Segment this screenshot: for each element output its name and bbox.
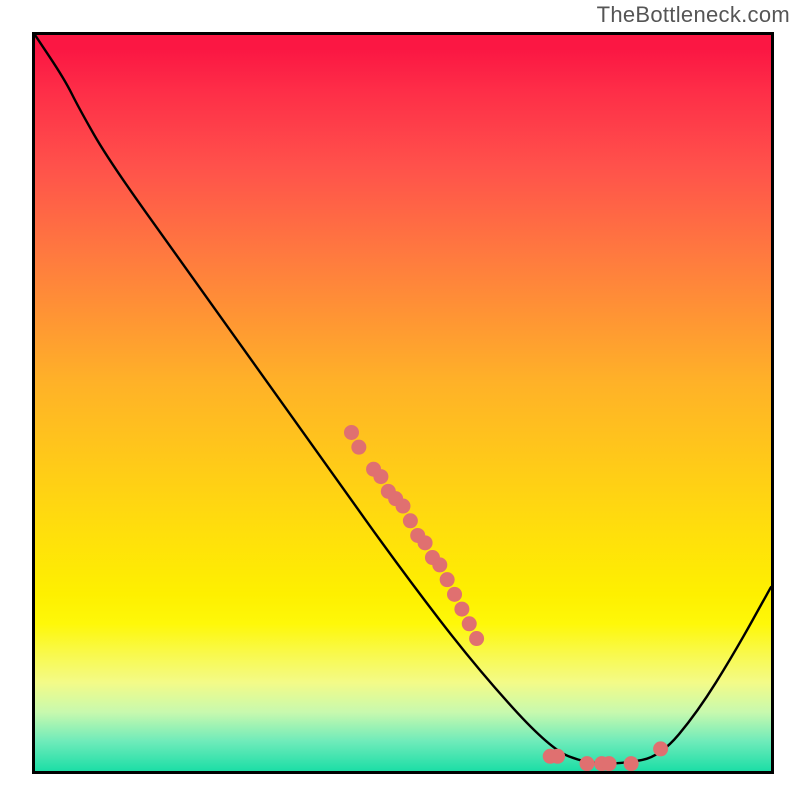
plot-area (32, 32, 774, 774)
data-point (462, 616, 477, 631)
data-point (447, 587, 462, 602)
data-point (418, 535, 433, 550)
data-point (440, 572, 455, 587)
data-point (550, 749, 565, 764)
watermark-text: TheBottleneck.com (597, 2, 790, 28)
data-points-group (344, 425, 668, 771)
data-point (624, 756, 639, 771)
data-point (469, 631, 484, 646)
data-point (373, 469, 388, 484)
data-point (580, 756, 595, 771)
data-point (454, 602, 469, 617)
data-point (344, 425, 359, 440)
data-point (396, 499, 411, 514)
data-point (653, 741, 668, 756)
chart-svg (35, 35, 771, 771)
data-point (602, 756, 617, 771)
data-point (403, 513, 418, 528)
chart-container: TheBottleneck.com (0, 0, 800, 800)
data-point (432, 557, 447, 572)
bottleneck-curve (35, 35, 771, 764)
data-point (351, 440, 366, 455)
